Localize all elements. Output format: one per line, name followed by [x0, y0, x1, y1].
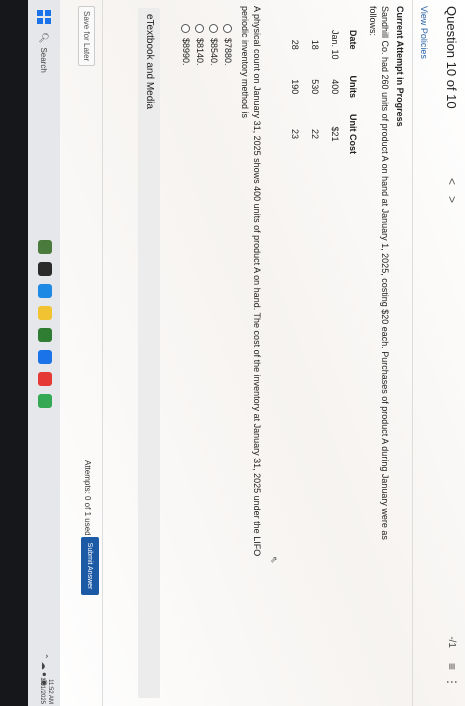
- divider: [102, 0, 103, 706]
- table-cell: 28: [290, 39, 300, 50]
- table-row: 28 190 23: [285, 30, 305, 170]
- answer-option-label: $8140.: [195, 38, 205, 66]
- answer-option[interactable]: $8140.: [193, 24, 207, 66]
- attempt-status: Current Attempt in Progress: [395, 6, 405, 127]
- purchases-table: Date Units Unit Cost Jan. 10 400 $21 18 …: [285, 30, 361, 170]
- table-header-row: Date Units Unit Cost: [345, 30, 361, 170]
- browser-page: Question 10 of 10 < > -/1 ≡ ⋮ View Polic…: [28, 0, 465, 706]
- taskbar-search-label: Search: [39, 47, 49, 73]
- etextbook-media-label: eTextbook and Media: [144, 14, 155, 110]
- taskbar-app-icon[interactable]: [38, 350, 52, 364]
- taskbar-app-icon[interactable]: [38, 240, 52, 254]
- prev-question-icon[interactable]: <: [445, 178, 459, 185]
- column-header-units: Units: [348, 75, 358, 99]
- file-explorer-icon[interactable]: [38, 306, 52, 320]
- radio-button[interactable]: [195, 24, 205, 33]
- answer-option[interactable]: $8990.: [179, 24, 193, 66]
- table-cell: 190: [290, 79, 300, 95]
- column-header-unit-cost: Unit Cost: [348, 114, 358, 155]
- next-question-icon[interactable]: >: [445, 196, 459, 203]
- submit-answer-button[interactable]: Submit Answer: [81, 537, 99, 595]
- taskbar-app-icon[interactable]: [38, 262, 52, 276]
- table-cell: 22: [310, 129, 320, 140]
- radio-button[interactable]: [223, 24, 233, 33]
- monitor-bezel: [0, 0, 28, 706]
- taskbar-app-icon[interactable]: [38, 328, 52, 342]
- answer-option-label: $7880.: [223, 38, 233, 66]
- table-cell: 23: [290, 129, 300, 140]
- taskbar-app-icon[interactable]: [38, 372, 52, 386]
- answer-option-label: $8540.: [209, 38, 219, 66]
- list-icon[interactable]: ≡: [445, 663, 459, 670]
- question-title: Question 10 of 10: [444, 6, 459, 109]
- attempts-counter: Attempts: 0 of 1 used: [83, 460, 92, 536]
- search-icon: 🔍︎: [39, 32, 50, 44]
- windows-taskbar: 🔍︎ Search ⌃ ☁ ● ◉ 11:52 AM 1/31/2025: [28, 0, 60, 706]
- view-policies-link[interactable]: View Policies: [419, 6, 429, 59]
- radio-button[interactable]: [209, 24, 219, 33]
- table-cell: Jan. 10: [330, 30, 340, 60]
- more-options-icon[interactable]: ⋮: [445, 676, 459, 688]
- table-cell: 400: [330, 79, 340, 95]
- chrome-icon[interactable]: [38, 394, 52, 408]
- table-row: Jan. 10 400 $21: [325, 30, 345, 170]
- mouse-cursor-icon: ⇖: [269, 556, 279, 564]
- etextbook-media-panel[interactable]: eTextbook and Media: [138, 8, 160, 698]
- divider: [412, 0, 413, 706]
- table-cell: $21: [330, 126, 340, 142]
- table-row: 18 530 22: [305, 30, 325, 170]
- question-text: Sandhill Co. had 260 units of product A …: [368, 6, 390, 540]
- taskbar-clock[interactable]: 11:52 AM 1/31/2025: [38, 677, 54, 704]
- radio-button[interactable]: [181, 24, 191, 33]
- question-text-2: A physical count on January 31, 2025 sho…: [240, 6, 262, 557]
- taskbar-apps: [38, 240, 52, 416]
- table-cell: 530: [310, 79, 320, 95]
- save-for-later-button[interactable]: Save for Later: [78, 6, 95, 67]
- answer-options: $7880. $8540. $8140. $8990.: [179, 24, 235, 66]
- taskbar-app-icon[interactable]: [38, 284, 52, 298]
- score-label: -/1: [446, 636, 457, 648]
- table-cell: 18: [310, 39, 320, 50]
- question-header: Question 10 of 10 < > -/1 ≡ ⋮: [433, 0, 465, 706]
- clock-date: 1/31/2025: [39, 677, 45, 704]
- clock-time: 11:52 AM: [47, 679, 53, 704]
- windows-start-icon[interactable]: [37, 10, 51, 24]
- answer-option[interactable]: $7880.: [221, 24, 235, 66]
- taskbar-search[interactable]: 🔍︎ Search: [36, 32, 52, 122]
- answer-option[interactable]: $8540.: [207, 24, 221, 66]
- column-header-date: Date: [348, 30, 358, 50]
- answer-option-label: $8990.: [181, 38, 191, 66]
